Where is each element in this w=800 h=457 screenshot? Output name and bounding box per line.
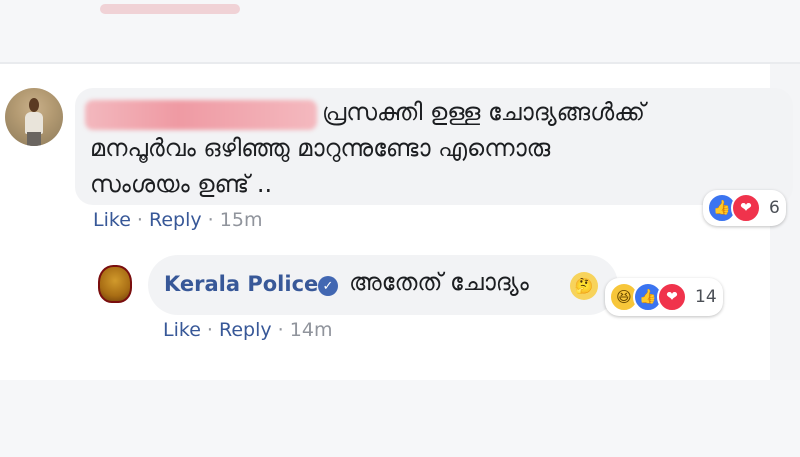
verified-badge-icon: ✓ [318,276,338,296]
reply-text: അതേത് ചോദ്യം [349,268,529,296]
like-link[interactable]: Like [93,209,131,231]
comment-line: സംശയം ഉണ്ട് .. [90,170,273,198]
comment-timestamp[interactable]: 15m [220,209,263,231]
love-reaction-icon: ❤ [731,193,761,223]
thinking-emoji-icon: 🤔 [570,272,598,300]
separator: · [200,319,220,341]
separator: · [130,209,150,231]
police-emblem-icon [98,265,132,303]
reply-author-name[interactable]: Kerala Police [164,272,318,296]
separator: · [271,319,290,341]
comment-actions: Like · Reply · 15m [93,209,262,231]
reply-reactions[interactable]: 😆 👍 ❤ 14 [605,278,723,316]
faded-name [100,4,240,14]
user-avatar[interactable] [5,88,63,146]
reaction-count: 6 [769,198,780,218]
reply-timestamp[interactable]: 14m [290,319,333,341]
reply-link[interactable]: Reply [149,209,202,231]
comment-text: പ്രസക്തി ഉള്ള ചോദ്യങ്ങൾക്ക് മനപൂർവം ഒഴിഞ… [90,94,790,202]
faded-emoji [0,380,800,457]
comment-reactions[interactable]: 👍 ❤ 6 [703,190,786,226]
like-link[interactable]: Like [163,319,201,341]
reaction-count: 14 [695,287,717,307]
kerala-police-avatar[interactable] [95,264,135,304]
love-reaction-icon: ❤ [657,282,687,312]
previous-comment-faded [0,0,800,64]
reply-actions: Like · Reply · 14m [163,319,332,341]
comment-line: മനപൂർവം ഒഴിഞ്ഞു മാറുന്നുണ്ടോ എന്നൊരു [90,134,551,162]
separator: · [201,209,220,231]
reply-link[interactable]: Reply [219,319,272,341]
comment-line: പ്രസക്തി ഉള്ള ചോദ്യങ്ങൾക്ക് [322,98,645,126]
